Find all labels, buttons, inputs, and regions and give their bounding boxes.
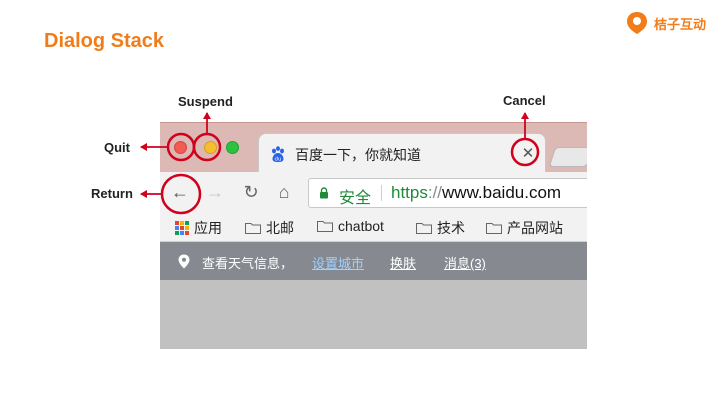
address-divider bbox=[381, 185, 382, 201]
apps-grid-icon bbox=[175, 221, 189, 235]
bookmark-folder-tech[interactable]: 技术 bbox=[416, 218, 465, 238]
security-label: 安全 bbox=[339, 190, 372, 207]
url-host: www.baidu.com bbox=[442, 183, 562, 202]
forward-arrow-icon[interactable]: → bbox=[204, 180, 226, 204]
home-icon[interactable]: ⌂ bbox=[273, 180, 295, 204]
bookmark-label: 产品网站 bbox=[507, 220, 563, 236]
tab-close-icon[interactable]: ✕ bbox=[521, 144, 535, 164]
bookmark-apps[interactable]: 应用 bbox=[175, 218, 222, 238]
page-content-area bbox=[160, 280, 587, 349]
annotation-cancel: Cancel bbox=[503, 93, 546, 108]
minimize-window-button[interactable] bbox=[204, 141, 217, 154]
url-text: https://www.baidu.com bbox=[391, 183, 561, 203]
bookmark-folder-chatbot[interactable]: chatbot bbox=[317, 218, 384, 234]
folder-icon bbox=[317, 221, 333, 232]
location-pin-icon bbox=[178, 254, 190, 269]
browser-toolbar: ← → ↻ ⌂ 安全 https://www.baidu.com bbox=[160, 172, 587, 214]
annotation-quit: Quit bbox=[104, 140, 130, 155]
svg-text:du: du bbox=[275, 157, 282, 163]
folder-icon bbox=[416, 223, 432, 234]
url-separator: :// bbox=[427, 183, 443, 202]
bookmark-folder-product-sites[interactable]: 产品网站 bbox=[486, 218, 563, 238]
bookmark-folder-beiyou[interactable]: 北邮 bbox=[245, 218, 294, 238]
fullscreen-window-button[interactable] bbox=[226, 141, 239, 154]
baidu-paw-icon: du bbox=[272, 146, 284, 163]
bookmarks-bar: 应用 北邮 chatbot 技术 产品网站 bbox=[160, 214, 587, 242]
lock-icon bbox=[320, 187, 328, 199]
bookmark-label: 技术 bbox=[437, 220, 465, 236]
brand-logo: 桔子互动 bbox=[626, 11, 706, 35]
tab-title: 百度一下，你就知道 bbox=[295, 147, 421, 163]
url-scheme: https bbox=[391, 183, 428, 202]
back-arrow-icon[interactable]: ← bbox=[169, 180, 191, 204]
change-skin-link[interactable]: 换肤 bbox=[390, 253, 416, 272]
set-city-link[interactable]: 设置城市 bbox=[312, 253, 364, 272]
close-window-button[interactable] bbox=[174, 141, 187, 154]
tab-bar: du 百度一下，你就知道 ✕ bbox=[160, 122, 587, 173]
bookmark-label: 应用 bbox=[194, 220, 222, 236]
browser-window-screenshot: du 百度一下，你就知道 ✕ ← → ↻ ⌂ 安全 https://www.ba… bbox=[160, 122, 587, 349]
folder-icon bbox=[245, 223, 261, 234]
annotation-return: Return bbox=[91, 186, 133, 201]
new-tab-button[interactable] bbox=[548, 147, 587, 167]
folder-icon bbox=[486, 223, 502, 234]
address-bar[interactable]: 安全 https://www.baidu.com bbox=[308, 178, 587, 208]
bookmark-label: 北邮 bbox=[266, 220, 294, 236]
brand-pin-icon bbox=[626, 12, 647, 34]
slide-title: Dialog Stack bbox=[44, 30, 165, 52]
reload-icon[interactable]: ↻ bbox=[240, 180, 262, 204]
annotation-suspend: Suspend bbox=[178, 94, 233, 109]
tab-baidu[interactable]: du 百度一下，你就知道 ✕ bbox=[258, 133, 546, 173]
brand-name: 桔子互动 bbox=[653, 16, 706, 32]
weather-info-text: 查看天气信息， bbox=[202, 256, 294, 271]
baidu-top-bar: 查看天气信息， 设置城市 换肤 消息(3) bbox=[160, 242, 587, 280]
messages-link[interactable]: 消息(3) bbox=[444, 253, 486, 272]
bookmark-label: chatbot bbox=[338, 218, 384, 234]
